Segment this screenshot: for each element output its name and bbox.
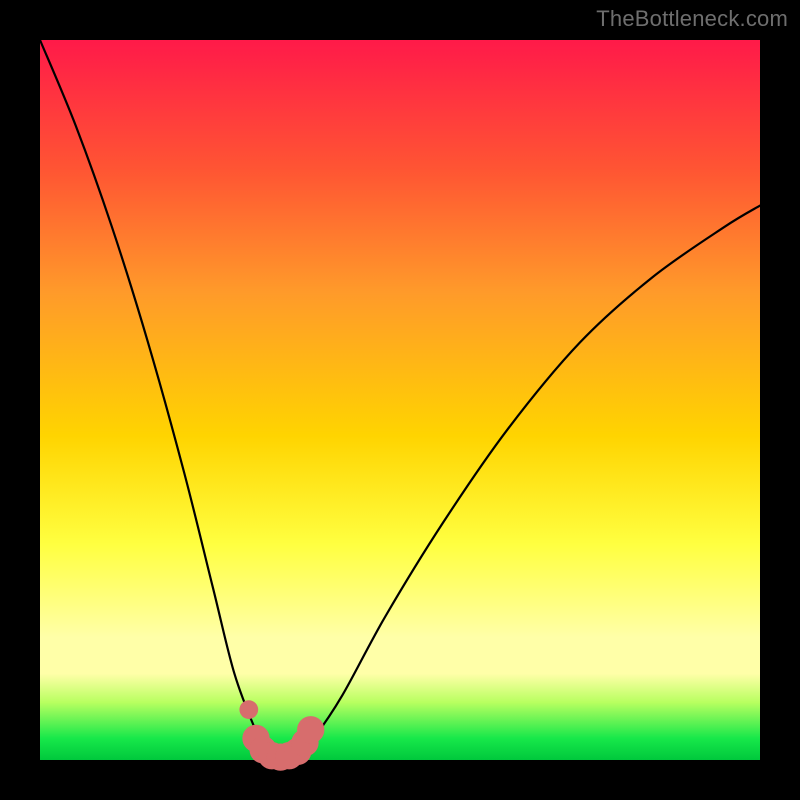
bottleneck-curve xyxy=(40,40,760,758)
watermark-text: TheBottleneck.com xyxy=(596,6,788,32)
plot-area xyxy=(40,40,760,760)
curve-layer xyxy=(40,40,760,760)
highlight-markers xyxy=(239,700,324,771)
highlight-marker xyxy=(239,700,258,719)
chart-frame: TheBottleneck.com xyxy=(0,0,800,800)
highlight-marker xyxy=(297,716,324,743)
